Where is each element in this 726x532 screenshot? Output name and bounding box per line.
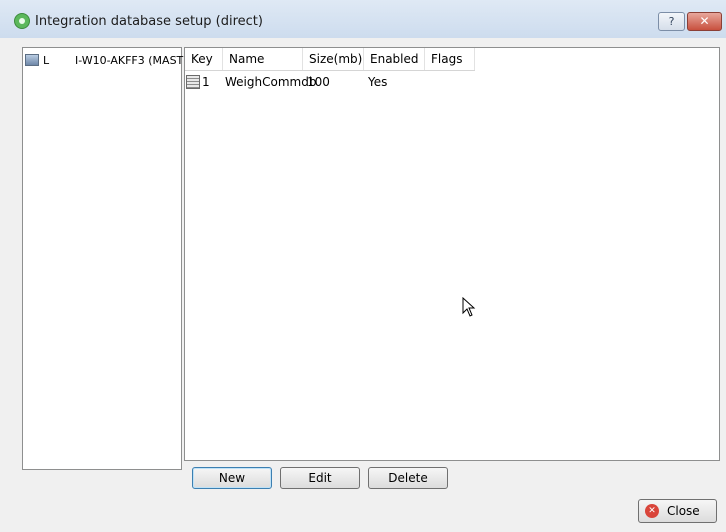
column-name[interactable]: Name [223, 48, 303, 70]
server-icon [25, 54, 39, 66]
server-tree[interactable]: L I-W10-AKFF3 (MAST [22, 47, 184, 470]
database-list[interactable]: Key Name Size(mb) Enabled Flags 1 WeighC… [184, 47, 720, 461]
server-name: I-W10-AKFF3 (MAST [75, 54, 184, 67]
database-icon [186, 75, 200, 89]
cell-name: WeighCommdb [225, 75, 317, 89]
edit-button[interactable]: Edit [280, 467, 360, 489]
column-flags[interactable]: Flags [425, 48, 475, 70]
column-enabled[interactable]: Enabled [364, 48, 425, 70]
mouse-pointer-icon [462, 297, 476, 317]
window-close-button[interactable]: ✕ [687, 12, 722, 31]
help-button[interactable]: ? [658, 12, 685, 31]
column-size[interactable]: Size(mb) [303, 48, 364, 70]
column-key[interactable]: Key [185, 48, 223, 70]
cell-enabled: Yes [368, 75, 388, 89]
delete-button[interactable]: Delete [368, 467, 448, 489]
new-button[interactable]: New [192, 467, 272, 489]
database-list-header: Key Name Size(mb) Enabled Flags [185, 48, 475, 71]
server-prefix: L [43, 54, 50, 67]
close-button[interactable]: ✕ Close [638, 499, 717, 523]
cell-size: 100 [307, 75, 330, 89]
window-title: Integration database setup (direct) [35, 14, 263, 29]
title-bar: Integration database setup (direct) ? ✕ [0, 0, 726, 38]
close-button-label: Close [667, 504, 700, 518]
app-icon [14, 13, 30, 29]
cell-key: 1 [202, 75, 210, 89]
table-row[interactable]: 1 WeighCommdb 100 Yes [185, 73, 475, 91]
close-circle-icon: ✕ [645, 504, 659, 518]
